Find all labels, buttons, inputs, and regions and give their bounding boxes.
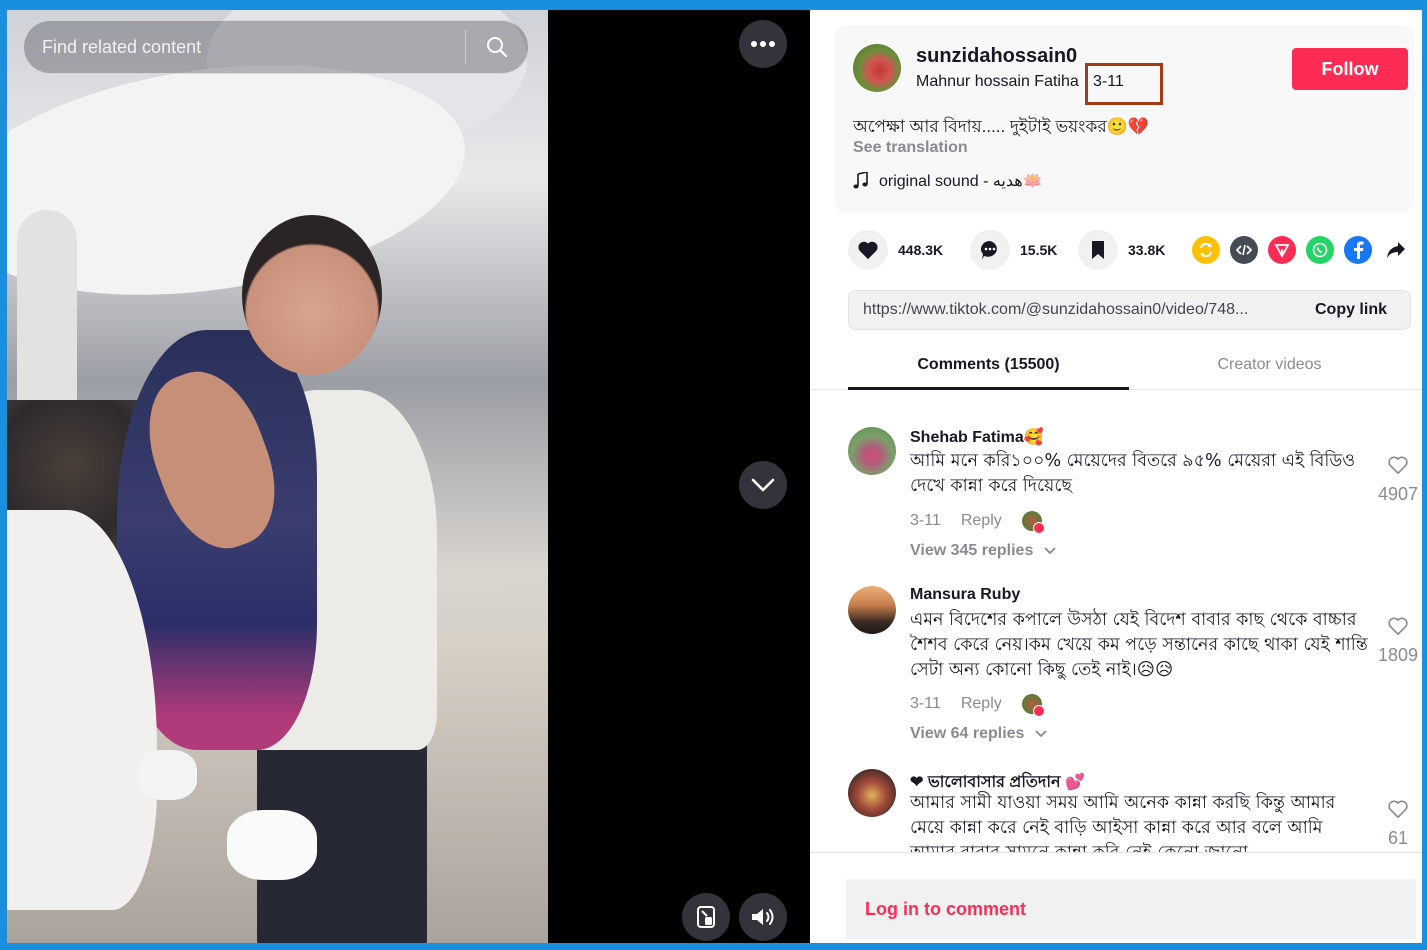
comment-text: আমার সামী যাওয়া সময় আমি অনেক কান্না কর…: [910, 793, 1336, 852]
sound-name: original sound - هديه🪷: [879, 173, 1043, 190]
floating-player-button[interactable]: [682, 893, 730, 941]
comment-meta: 3-11 Reply: [910, 511, 1045, 534]
more-options-button[interactable]: [739, 20, 787, 68]
floating-player-icon: [697, 906, 715, 928]
comment-item: Mansura Ruby এমন বিদেশের কপালে উসঠা যেই …: [848, 586, 1418, 756]
chevron-down-icon: [751, 478, 775, 492]
chevron-down-icon: [1035, 730, 1047, 738]
embed-icon[interactable]: [1230, 236, 1258, 264]
creator-liked-avatar: [1021, 511, 1045, 534]
tiktok-window: sunzidahossain0 Mahnur hossain Fatiha · …: [7, 10, 1422, 943]
see-translation-link[interactable]: See translation: [853, 139, 968, 157]
like-button[interactable]: 448.3K: [848, 230, 943, 270]
author-display-name: Mahnur hossain Fatiha: [916, 73, 1079, 90]
comment-like-button[interactable]: 4907: [1378, 455, 1418, 505]
search-icon: [487, 37, 508, 58]
follow-button[interactable]: Follow: [1292, 48, 1408, 90]
comment-login-bar: Log in to comment: [810, 852, 1422, 943]
view-replies-label: View 64 replies: [910, 725, 1025, 742]
comment-like-count: 61: [1387, 828, 1409, 848]
panel-tabs: Comments (15500) Creator videos: [810, 344, 1422, 390]
action-bar: 448.3K 15.5K 33.8K: [848, 230, 1418, 270]
send-to-friends-icon[interactable]: [1268, 236, 1296, 264]
search-bar: [23, 20, 529, 74]
whatsapp-icon[interactable]: [1306, 236, 1334, 264]
comment-date: 3-11: [910, 695, 941, 712]
search-button[interactable]: [466, 21, 528, 73]
view-replies-button[interactable]: View 345 replies: [910, 542, 1056, 560]
speaker-icon: [752, 909, 774, 925]
ellipsis-icon: [751, 41, 775, 47]
volume-button[interactable]: [739, 893, 787, 941]
comment-item: ❤ ভালোবাসার প্রতিদান 💕 আমার সামী যাওয়া …: [848, 769, 1418, 852]
comment-button[interactable]: 15.5K: [970, 230, 1057, 270]
comment-count: 15.5K: [1020, 242, 1058, 258]
commenter-name[interactable]: Mansura Ruby: [910, 586, 1020, 604]
reply-button[interactable]: Reply: [961, 512, 1002, 530]
tab-comments[interactable]: Comments (15500): [848, 344, 1129, 390]
sound-link[interactable]: original sound - هديه🪷: [853, 171, 1043, 191]
view-replies-button[interactable]: View 64 replies: [910, 725, 1047, 743]
details-panel: sunzidahossain0 Mahnur hossain Fatiha · …: [810, 10, 1422, 943]
login-to-comment-button[interactable]: Log in to comment: [846, 879, 1416, 939]
video-frame[interactable]: [7, 10, 548, 943]
view-replies-label: View 345 replies: [910, 542, 1034, 559]
share-arrow-icon[interactable]: [1382, 236, 1410, 264]
favorite-count: 33.8K: [1128, 242, 1166, 258]
post-caption: অপেক্ষা আর বিদায়..... দুইটাই ভয়ংকর🙂💔: [853, 117, 1150, 136]
music-note-icon: [853, 172, 868, 189]
commenter-avatar[interactable]: [848, 769, 896, 817]
author-username[interactable]: sunzidahossain0: [916, 45, 1077, 68]
comment-text: এমন বিদেশের কপালে উসঠা যেই বিদেশ বাবার ক…: [910, 610, 1368, 680]
like-count: 448.3K: [898, 242, 944, 258]
comment-like-button[interactable]: 61: [1378, 799, 1418, 849]
chevron-down-icon: [1044, 547, 1056, 555]
comment-like-count: 4907: [1378, 484, 1419, 504]
heart-outline-icon: [1388, 617, 1408, 636]
copy-link-button[interactable]: Copy link: [1292, 301, 1410, 319]
tab-creator-videos[interactable]: Creator videos: [1129, 344, 1410, 390]
video-url[interactable]: https://www.tiktok.com/@sunzidahossain0/…: [849, 301, 1292, 319]
comment-date: 3-11: [910, 512, 941, 529]
commenter-avatar[interactable]: [848, 427, 896, 475]
heart-icon: [858, 241, 878, 260]
heart-outline-icon: [1388, 800, 1408, 819]
date-highlight-box: [1085, 63, 1163, 105]
comment-list: Shehab Fatima🥰 আমি মনে করি১০০% মেয়েদের …: [810, 391, 1422, 852]
video-link-box: https://www.tiktok.com/@sunzidahossain0/…: [848, 290, 1411, 330]
favorite-button[interactable]: 33.8K: [1078, 230, 1165, 270]
next-video-button[interactable]: [739, 461, 787, 509]
comment-bubble-icon: [981, 241, 997, 260]
author-avatar[interactable]: [853, 44, 901, 92]
facebook-icon[interactable]: [1344, 236, 1372, 264]
search-input[interactable]: [24, 21, 465, 73]
reply-button[interactable]: Reply: [961, 695, 1002, 713]
comment-like-button[interactable]: 1809: [1378, 616, 1418, 666]
comment-meta: 3-11 Reply: [910, 694, 1045, 717]
post-description-card: sunzidahossain0 Mahnur hossain Fatiha · …: [834, 25, 1414, 213]
creator-liked-avatar: [1021, 694, 1045, 717]
commenter-name[interactable]: Shehab Fatima🥰: [910, 427, 1044, 447]
heart-outline-icon: [1388, 456, 1408, 475]
repost-icon[interactable]: [1192, 236, 1220, 264]
video-player[interactable]: [7, 10, 810, 943]
bookmark-icon: [1092, 241, 1104, 259]
comment-like-count: 1809: [1378, 645, 1419, 665]
commenter-avatar[interactable]: [848, 586, 896, 634]
comment-text: আমি মনে করি১০০% মেয়েদের বিতরে ৯৫% মেয়ে…: [910, 451, 1356, 496]
comment-item: Shehab Fatima🥰 আমি মনে করি১০০% মেয়েদের …: [848, 427, 1418, 577]
